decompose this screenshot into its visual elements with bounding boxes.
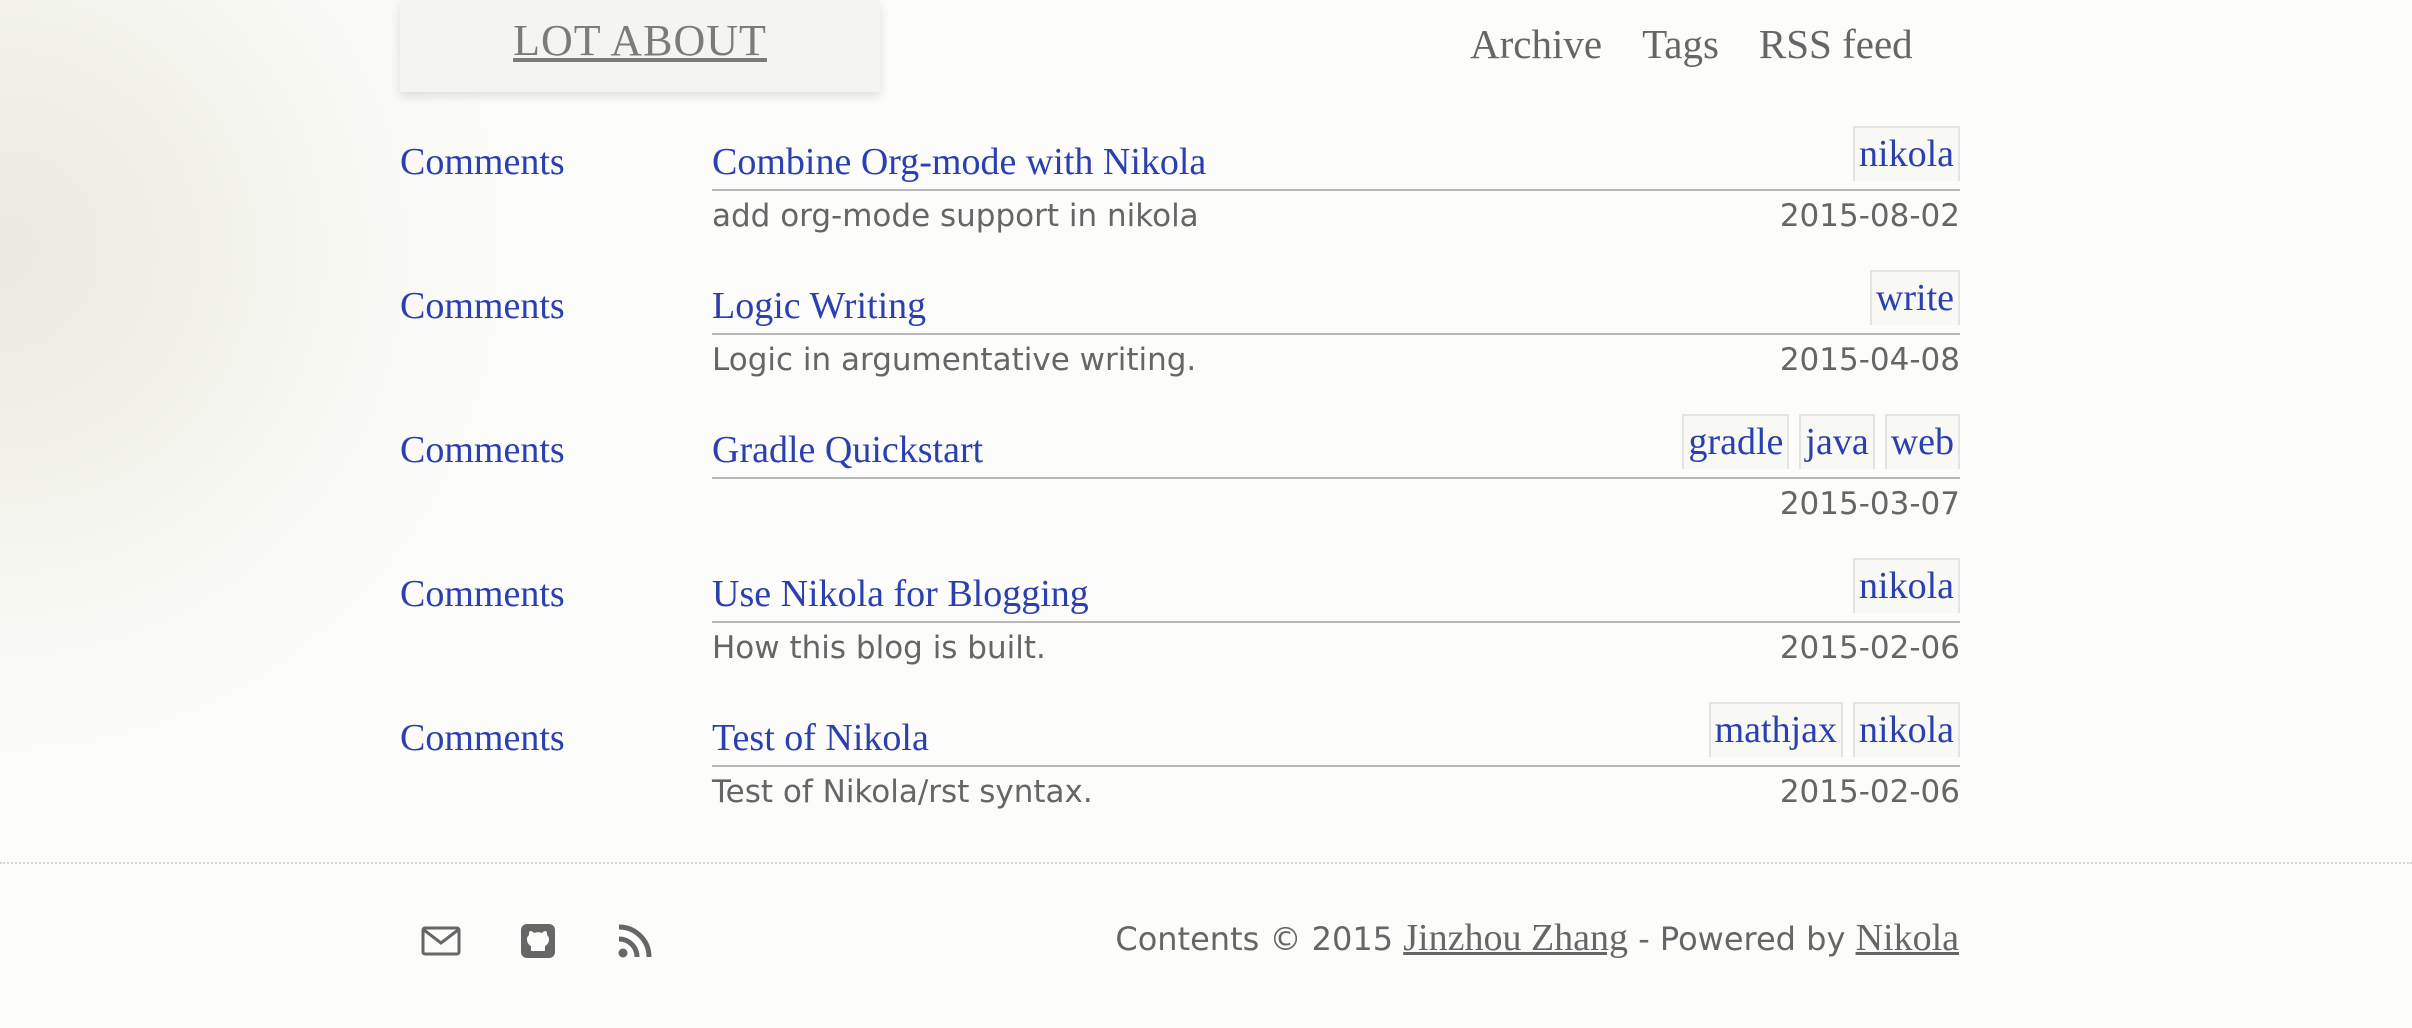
github-icon[interactable]: [517, 920, 559, 962]
nav-tags[interactable]: Tags: [1642, 20, 1719, 68]
post-title-link[interactable]: Gradle Quickstart: [712, 428, 983, 472]
comments-link[interactable]: Comments: [400, 284, 565, 328]
post-tag[interactable]: mathjax: [1708, 702, 1844, 757]
comments-link[interactable]: Comments: [400, 428, 565, 472]
post-tags: nikola: [1853, 558, 1960, 613]
post-main: Use Nikola for Blogging nikola How this bl…: [712, 558, 1960, 666]
post-tags: write: [1869, 270, 1960, 325]
footer-author-link[interactable]: Jinzhou Zhang: [1403, 917, 1628, 959]
post-title-row: Logic Writing write: [712, 270, 1960, 335]
comments-link[interactable]: Comments: [400, 716, 565, 760]
post-tag[interactable]: nikola: [1853, 702, 1960, 757]
post-item: Comments Use Nikola for Blogging nikola How…: [400, 558, 1960, 682]
post-tag[interactable]: gradle: [1682, 414, 1790, 469]
post-tag[interactable]: nikola: [1853, 558, 1960, 613]
post-title-link[interactable]: Test of Nikola: [712, 716, 929, 760]
post-title-row: Gradle Quickstart gradle java web: [712, 414, 1960, 479]
comments-link[interactable]: Comments: [400, 572, 565, 616]
footer-divider: [0, 862, 2412, 864]
post-title-row: Use Nikola for Blogging nikola: [712, 558, 1960, 623]
post-tags: mathjax nikola: [1708, 702, 1960, 757]
footer-powered-by: - Powered by: [1628, 920, 1856, 958]
post-tag[interactable]: java: [1799, 414, 1875, 469]
rss-icon[interactable]: [614, 920, 656, 962]
post-date: 2015-03-07: [1779, 486, 1960, 522]
post-item: Comments Combine Org-mode with Nikola niko…: [400, 126, 1960, 250]
footer-engine-link[interactable]: Nikola: [1856, 917, 1959, 959]
post-description: How this blog is built.: [712, 630, 1046, 666]
post-main: Test of Nikola mathjax nikola Test of Nikol…: [712, 702, 1960, 810]
site-title-link[interactable]: LOT ABOUT: [513, 15, 767, 66]
nav-archive[interactable]: Archive: [1470, 20, 1602, 68]
post-date: 2015-08-02: [1779, 198, 1960, 234]
post-title-link[interactable]: Use Nikola for Blogging: [712, 572, 1089, 616]
post-description: add org-mode support in nikola: [712, 198, 1199, 234]
post-tags: nikola: [1853, 126, 1960, 181]
post-date: 2015-02-06: [1779, 630, 1960, 666]
footer-icons: [420, 920, 656, 962]
footer-text: Contents © 2015 Jinzhou Zhang - Powered …: [1115, 916, 1959, 960]
post-tag[interactable]: web: [1884, 414, 1960, 469]
post-description: Logic in argumentative writing.: [712, 342, 1197, 378]
post-tags: gradle java web: [1682, 414, 1960, 469]
post-title-row: Combine Org-mode with Nikola nikola: [712, 126, 1960, 191]
post-main: Combine Org-mode with Nikola nikola add or…: [712, 126, 1960, 234]
post-tag[interactable]: write: [1869, 270, 1960, 325]
footer-copyright: Contents © 2015: [1115, 920, 1404, 958]
post-title-row: Test of Nikola mathjax nikola: [712, 702, 1960, 767]
post-date: 2015-02-06: [1779, 774, 1960, 810]
post-item: Comments Logic Writing write Logic in argum…: [400, 270, 1960, 394]
post-main: Logic Writing write Logic in argumentative…: [712, 270, 1960, 378]
post-date: 2015-04-08: [1779, 342, 1960, 378]
post-tag[interactable]: nikola: [1853, 126, 1960, 181]
nav-rss-feed[interactable]: RSS feed: [1759, 20, 1913, 68]
site-title-box: LOT ABOUT: [400, 0, 880, 92]
post-title-link[interactable]: Logic Writing: [712, 284, 926, 328]
post-item: Comments Test of Nikola mathjax nikola Test …: [400, 702, 1960, 826]
post-item: Comments Gradle Quickstart gradle java web 20…: [400, 414, 1960, 538]
top-nav: Archive Tags RSS feed: [1470, 20, 1913, 68]
comments-link[interactable]: Comments: [400, 140, 565, 184]
post-title-link[interactable]: Combine Org-mode with Nikola: [712, 140, 1206, 184]
post-description: Test of Nikola/rst syntax.: [712, 774, 1093, 810]
mail-icon[interactable]: [420, 920, 462, 962]
post-main: Gradle Quickstart gradle java web 2015-03-07: [712, 414, 1960, 522]
